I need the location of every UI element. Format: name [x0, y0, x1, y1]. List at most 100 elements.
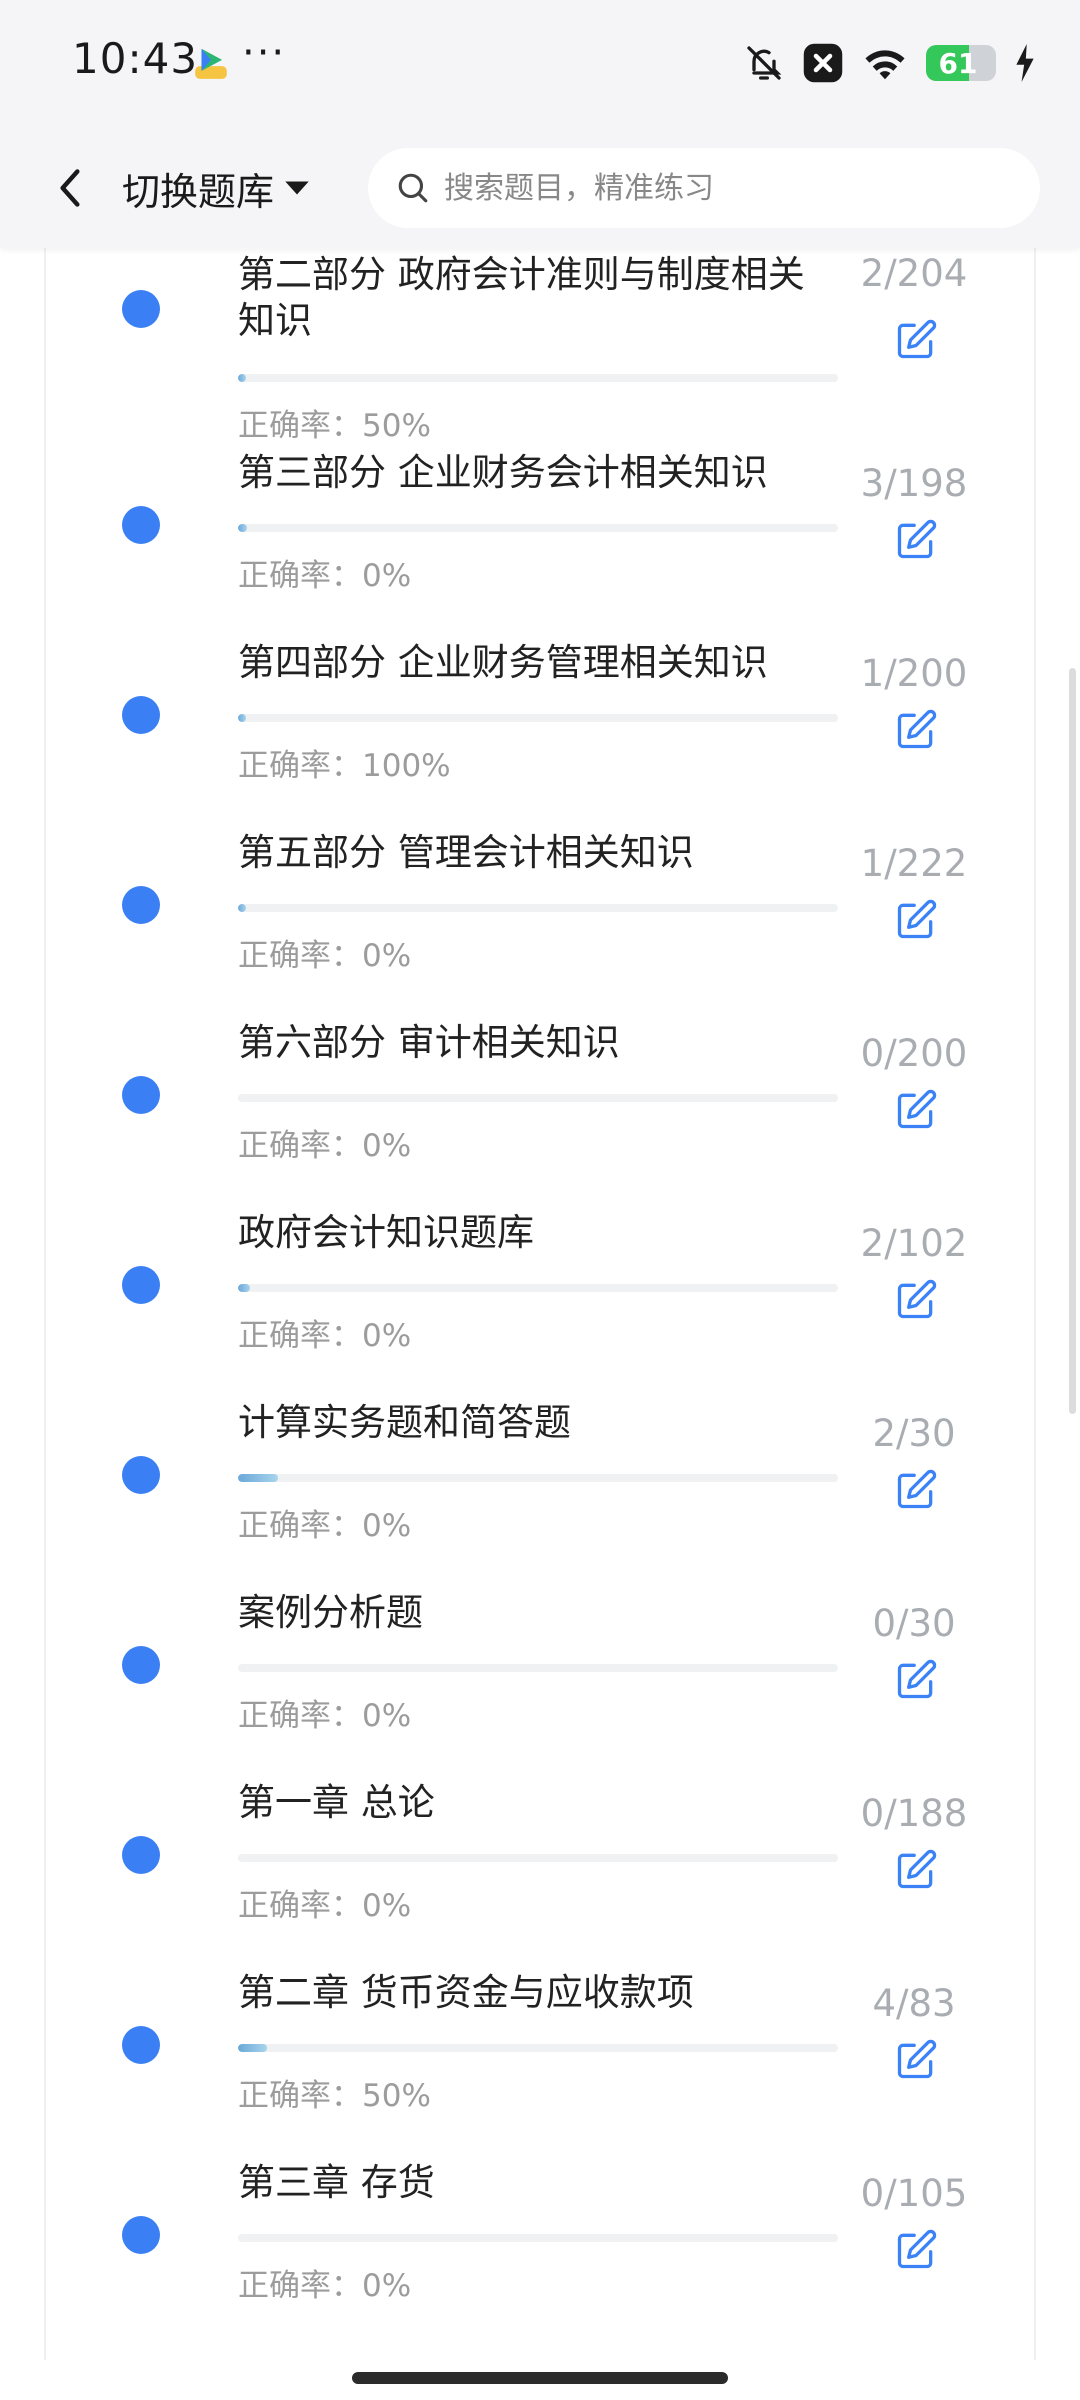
search-input[interactable]: [442, 169, 1006, 207]
item-title: 政府会计知识题库: [238, 1211, 534, 1254]
edit-icon: [897, 319, 937, 359]
search-box[interactable]: [368, 148, 1040, 228]
progress-count: 0/188: [860, 1792, 968, 1835]
progress-count: 4/83: [872, 1982, 956, 2025]
progress-count: 2/204: [860, 252, 968, 295]
edit-icon: [897, 1659, 937, 1699]
progress-fill: [238, 1474, 279, 1482]
status-icons: 61: [744, 40, 1036, 86]
item-title: 第一章 总论: [238, 1781, 435, 1824]
status-dot: [122, 2216, 160, 2254]
item-title: 第六部分 审计相关知识: [238, 1021, 620, 1064]
status-dot: [122, 1266, 160, 1304]
status-bar: 10:43 ··· 61: [0, 0, 1080, 128]
list-item[interactable]: 第一章 总论 正确率：0% 0/188: [46, 1780, 1038, 1970]
practice-edit-button[interactable]: [890, 894, 942, 946]
item-title: 第五部分 管理会计相关知识: [238, 831, 694, 874]
question-bank-list: 第二部分 政府会计准则与制度相关知识 正确率：50% 2/204 第三部分 企业…: [44, 160, 1036, 2360]
header: 10:43 ··· 61 切换题库 搜索题目，精准练习: [0, 0, 1080, 248]
status-dot: [122, 696, 160, 734]
progress-fill: [238, 1284, 250, 1292]
edit-icon: [897, 1089, 937, 1129]
list-item[interactable]: 政府会计知识题库 正确率：0% 2/102: [46, 1210, 1038, 1400]
bell-off-icon: [747, 46, 782, 80]
list-item[interactable]: 第六部分 审计相关知识 正确率：0% 0/200: [46, 1020, 1038, 1210]
list-item[interactable]: 计算实务题和简答题 正确率：0% 2/30: [46, 1400, 1038, 1590]
item-title: 第三章 存货: [238, 2161, 435, 2204]
status-dot: [122, 1836, 160, 1874]
progress-count: 2/30: [872, 1412, 956, 1455]
list-item[interactable]: 第二章 货币资金与应收款项 正确率：50% 4/83: [46, 1970, 1038, 2160]
practice-edit-button[interactable]: [890, 704, 942, 756]
practice-edit-button[interactable]: [890, 514, 942, 566]
progress-fill: [238, 524, 248, 532]
edit-icon: [897, 1849, 937, 1889]
list-item[interactable]: 第三章 存货 正确率：0% 0/105: [46, 2160, 1038, 2350]
edit-icon: [897, 1469, 937, 1509]
progress-count: 1/222: [860, 842, 968, 885]
practice-edit-button[interactable]: [890, 1844, 942, 1896]
edit-icon: [897, 1279, 937, 1319]
progress-count: 0/200: [860, 1032, 968, 1075]
status-time: 10:43: [72, 34, 199, 83]
progress-fill: [238, 904, 246, 912]
status-more-icon: ···: [242, 30, 287, 76]
progress-count: 2/102: [860, 1222, 968, 1265]
progress-bar: [238, 1284, 838, 1292]
practice-edit-button[interactable]: [890, 1084, 942, 1136]
accuracy-text: 正确率：50%: [238, 408, 431, 444]
progress-count: 0/30: [872, 1602, 956, 1645]
accuracy-text: 正确率：0%: [238, 1128, 412, 1164]
item-title: 第三部分 企业财务会计相关知识: [238, 451, 768, 494]
edit-icon: [897, 2229, 937, 2269]
edit-icon: [897, 519, 937, 559]
status-dot: [122, 506, 160, 544]
accuracy-text: 正确率：0%: [238, 2268, 412, 2304]
practice-edit-button[interactable]: [890, 2224, 942, 2276]
wifi-icon: [865, 50, 905, 80]
status-dot: [122, 886, 160, 924]
item-title: 第二章 货币资金与应收款项: [238, 1971, 694, 2014]
progress-bar: [238, 1854, 838, 1862]
switch-bank-label: 切换题库: [122, 169, 275, 214]
list-item[interactable]: 第五部分 管理会计相关知识 正确率：0% 1/222: [46, 830, 1038, 1020]
progress-bar: [238, 714, 838, 722]
status-dot: [122, 1646, 160, 1684]
progress-fill: [238, 374, 246, 382]
progress-fill: [238, 2044, 267, 2052]
scrollbar[interactable]: [1069, 668, 1076, 1414]
progress-bar: [238, 2234, 838, 2242]
item-title: 案例分析题: [238, 1591, 423, 1634]
practice-edit-button[interactable]: [890, 1274, 942, 1326]
progress-bar: [238, 374, 838, 382]
accuracy-text: 正确率：0%: [238, 1888, 412, 1924]
accuracy-text: 正确率：0%: [238, 1318, 412, 1354]
back-arrow-icon: [60, 169, 80, 207]
progress-bar: [238, 2044, 838, 2052]
back-button[interactable]: [40, 158, 100, 218]
practice-edit-button[interactable]: [890, 1464, 942, 1516]
battery-level: 61: [938, 46, 978, 80]
status-dot: [122, 2026, 160, 2064]
accuracy-text: 正确率：0%: [238, 558, 412, 594]
accuracy-text: 正确率：0%: [238, 1508, 412, 1544]
progress-bar: [238, 1664, 838, 1672]
status-dot: [122, 1456, 160, 1494]
switch-question-bank-button[interactable]: 切换题库: [122, 150, 310, 226]
status-dot: [122, 1076, 160, 1114]
list-item[interactable]: 第四部分 企业财务管理相关知识 正确率：100% 1/200: [46, 640, 1038, 830]
home-indicator[interactable]: [352, 2372, 728, 2384]
list-item[interactable]: 案例分析题 正确率：0% 0/30: [46, 1590, 1038, 1780]
accuracy-text: 正确率：0%: [238, 1698, 412, 1734]
practice-edit-button[interactable]: [890, 1654, 942, 1706]
item-title: 第四部分 企业财务管理相关知识: [238, 641, 768, 684]
item-title: 第二部分 政府会计准则与制度相关知识: [238, 253, 805, 342]
list-item[interactable]: 第三部分 企业财务会计相关知识 正确率：0% 3/198: [46, 450, 1038, 640]
practice-edit-button[interactable]: [890, 314, 942, 366]
item-title: 计算实务题和简答题: [238, 1401, 571, 1444]
progress-fill: [238, 714, 246, 722]
practice-edit-button[interactable]: [890, 2034, 942, 2086]
accuracy-text: 正确率：0%: [238, 938, 412, 974]
accuracy-text: 正确率：50%: [238, 2078, 431, 2114]
progress-count: 0/105: [860, 2172, 968, 2215]
